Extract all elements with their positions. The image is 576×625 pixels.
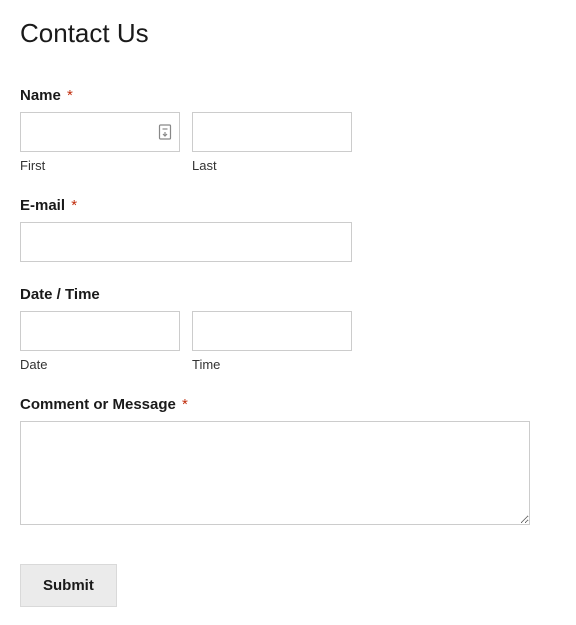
last-name-input[interactable] xyxy=(192,112,352,152)
name-label-text: Name xyxy=(20,87,61,104)
message-label: Comment or Message * xyxy=(20,396,556,413)
page-title: Contact Us xyxy=(20,18,556,49)
last-name-col: Last xyxy=(192,112,352,173)
last-name-sublabel: Last xyxy=(192,158,352,173)
message-field-group: Comment or Message * xyxy=(20,396,556,530)
datetime-label-text: Date / Time xyxy=(20,286,100,303)
email-input[interactable] xyxy=(20,222,352,262)
datetime-label: Date / Time xyxy=(20,286,556,303)
message-required-asterisk: * xyxy=(182,396,188,413)
email-field-group: E-mail * xyxy=(20,197,556,262)
email-label-text: E-mail xyxy=(20,197,65,214)
email-required-asterisk: * xyxy=(71,197,77,214)
first-name-input[interactable] xyxy=(20,112,180,152)
contact-form: Name * First xyxy=(20,87,556,607)
message-textarea[interactable] xyxy=(20,421,530,525)
datetime-field-group: Date / Time Date Time xyxy=(20,286,556,372)
date-col: Date xyxy=(20,311,180,372)
name-label: Name * xyxy=(20,87,556,104)
time-input[interactable] xyxy=(192,311,352,351)
date-input[interactable] xyxy=(20,311,180,351)
message-label-text: Comment or Message xyxy=(20,396,176,413)
name-required-asterisk: * xyxy=(67,87,73,104)
time-sublabel: Time xyxy=(192,357,352,372)
datetime-input-row: Date Time xyxy=(20,311,556,372)
first-name-sublabel: First xyxy=(20,158,180,173)
first-name-col: First xyxy=(20,112,180,173)
submit-button[interactable]: Submit xyxy=(20,564,117,607)
name-field-group: Name * First xyxy=(20,87,556,173)
email-label: E-mail * xyxy=(20,197,556,214)
first-name-wrapper xyxy=(20,112,180,152)
time-col: Time xyxy=(192,311,352,372)
name-input-row: First Last xyxy=(20,112,556,173)
date-sublabel: Date xyxy=(20,357,180,372)
